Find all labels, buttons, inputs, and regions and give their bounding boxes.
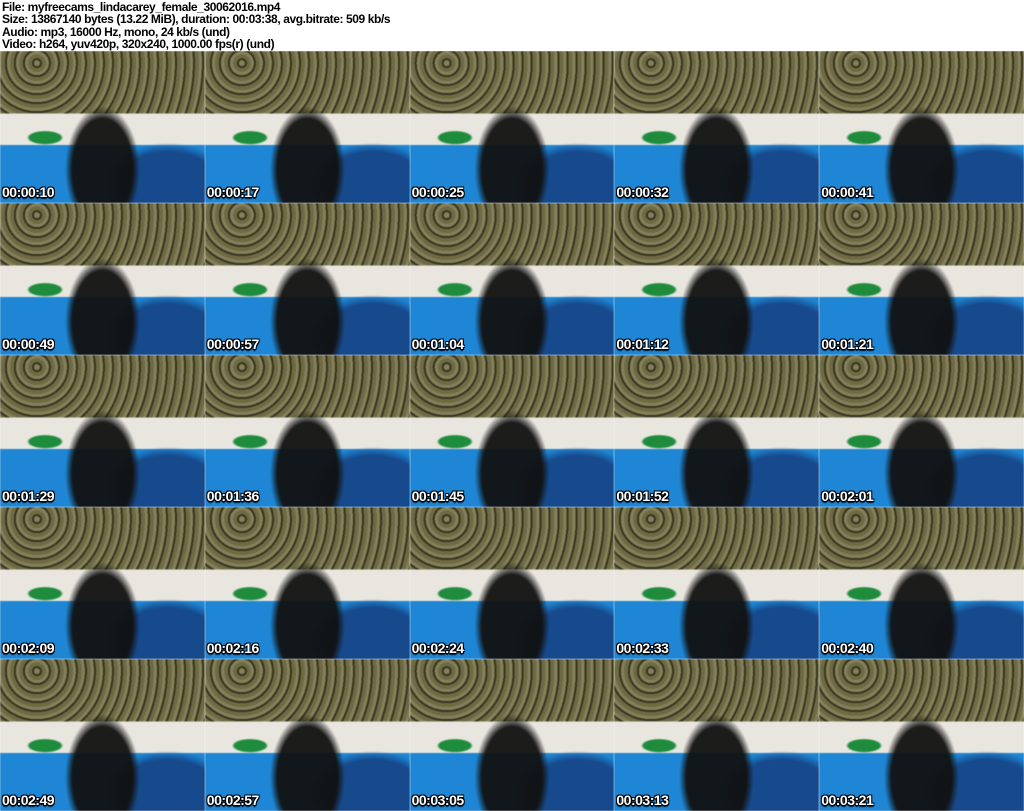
video-frame-placeholder	[614, 355, 820, 507]
video-frame-placeholder	[204, 507, 410, 659]
video-frame-placeholder	[0, 507, 205, 659]
video-thumbnail: 00:00:10	[0, 51, 205, 203]
video-frame-placeholder	[819, 659, 1024, 811]
video-thumbnail: 00:02:57	[204, 659, 410, 811]
timestamp-label: 00:00:10	[2, 184, 55, 200]
timestamp-label: 00:02:40	[821, 640, 874, 656]
video-thumbnail: 00:01:21	[819, 203, 1024, 355]
video-thumbnail: 00:00:32	[614, 51, 820, 203]
video-thumbnail: 00:01:12	[614, 203, 820, 355]
video-frame-placeholder	[0, 355, 205, 507]
timestamp-label: 00:03:13	[616, 792, 669, 808]
metadata-header: File: myfreecams_lindacarey_female_30062…	[0, 0, 1024, 51]
video-frame-placeholder	[819, 507, 1024, 659]
timestamp-label: 00:01:36	[206, 488, 260, 504]
thumbnail-grid: 00:00:10 00:00:17 00:00:25 00:00:32 00:0…	[0, 51, 1024, 811]
timestamp-label: 00:01:12	[616, 336, 669, 352]
timestamp-label: 00:03:05	[411, 792, 465, 808]
video-thumbnail: 00:03:05	[409, 659, 615, 811]
timestamp-label: 00:02:57	[206, 792, 260, 808]
video-frame-placeholder	[819, 51, 1024, 203]
video-frame-placeholder	[819, 355, 1024, 507]
timestamp-label: 00:00:41	[821, 184, 874, 200]
file-size-line: Size: 13867140 bytes (13.22 MiB), durati…	[2, 12, 391, 27]
video-thumbnail: 00:03:13	[614, 659, 820, 811]
timestamp-label: 00:03:21	[821, 792, 874, 808]
timestamp-label: 00:02:49	[2, 792, 55, 808]
video-thumbnail: 00:00:49	[0, 203, 205, 355]
video-frame-placeholder	[409, 659, 615, 811]
timestamp-label: 00:01:04	[411, 336, 465, 352]
timestamp-label: 00:01:52	[616, 488, 669, 504]
timestamp-label: 00:00:17	[206, 184, 260, 200]
video-thumbnail: 00:02:49	[0, 659, 205, 811]
timestamp-label: 00:00:25	[411, 184, 465, 200]
video-info-line: Video: h264, yuv420p, 320x240, 1000.00 f…	[2, 37, 275, 52]
video-thumbnail: 00:02:01	[819, 355, 1024, 507]
video-thumbnail: 00:02:16	[204, 507, 410, 659]
video-thumbnail: 00:02:40	[819, 507, 1024, 659]
video-frame-placeholder	[409, 355, 615, 507]
video-frame-placeholder	[0, 51, 205, 203]
timestamp-label: 00:00:32	[616, 184, 669, 200]
video-frame-placeholder	[204, 659, 410, 811]
video-thumbnail: 00:01:45	[409, 355, 615, 507]
video-frame-placeholder	[819, 203, 1024, 355]
video-thumbnail: 00:02:33	[614, 507, 820, 659]
video-thumbnail: 00:02:09	[0, 507, 205, 659]
video-thumbnail: 00:00:57	[204, 203, 410, 355]
timestamp-label: 00:02:24	[411, 640, 465, 656]
video-thumbnail: 00:00:17	[204, 51, 410, 203]
video-frame-placeholder	[614, 203, 820, 355]
timestamp-label: 00:02:33	[616, 640, 669, 656]
timestamp-label: 00:00:49	[2, 336, 55, 352]
video-frame-placeholder	[204, 203, 410, 355]
timestamp-label: 00:01:45	[411, 488, 465, 504]
timestamp-label: 00:01:21	[821, 336, 874, 352]
timestamp-label: 00:02:01	[821, 488, 874, 504]
video-frame-placeholder	[204, 51, 410, 203]
video-thumbnail: 00:01:36	[204, 355, 410, 507]
video-frame-placeholder	[409, 51, 615, 203]
video-thumbnail: 00:03:21	[819, 659, 1024, 811]
video-thumbnail: 00:01:04	[409, 203, 615, 355]
video-thumbnail: 00:02:24	[409, 507, 615, 659]
video-frame-placeholder	[409, 507, 615, 659]
video-thumbnail: 00:00:25	[409, 51, 615, 203]
video-frame-placeholder	[614, 51, 820, 203]
video-frame-placeholder	[0, 659, 205, 811]
video-frame-placeholder	[614, 507, 820, 659]
timestamp-label: 00:01:29	[2, 488, 55, 504]
video-thumbnail: 00:01:29	[0, 355, 205, 507]
video-thumbnail: 00:00:41	[819, 51, 1024, 203]
timestamp-label: 00:00:57	[206, 336, 260, 352]
video-frame-placeholder	[614, 659, 820, 811]
video-frame-placeholder	[204, 355, 410, 507]
video-thumbnail: 00:01:52	[614, 355, 820, 507]
video-frame-placeholder	[0, 203, 205, 355]
timestamp-label: 00:02:16	[206, 640, 260, 656]
timestamp-label: 00:02:09	[2, 640, 55, 656]
video-frame-placeholder	[409, 203, 615, 355]
